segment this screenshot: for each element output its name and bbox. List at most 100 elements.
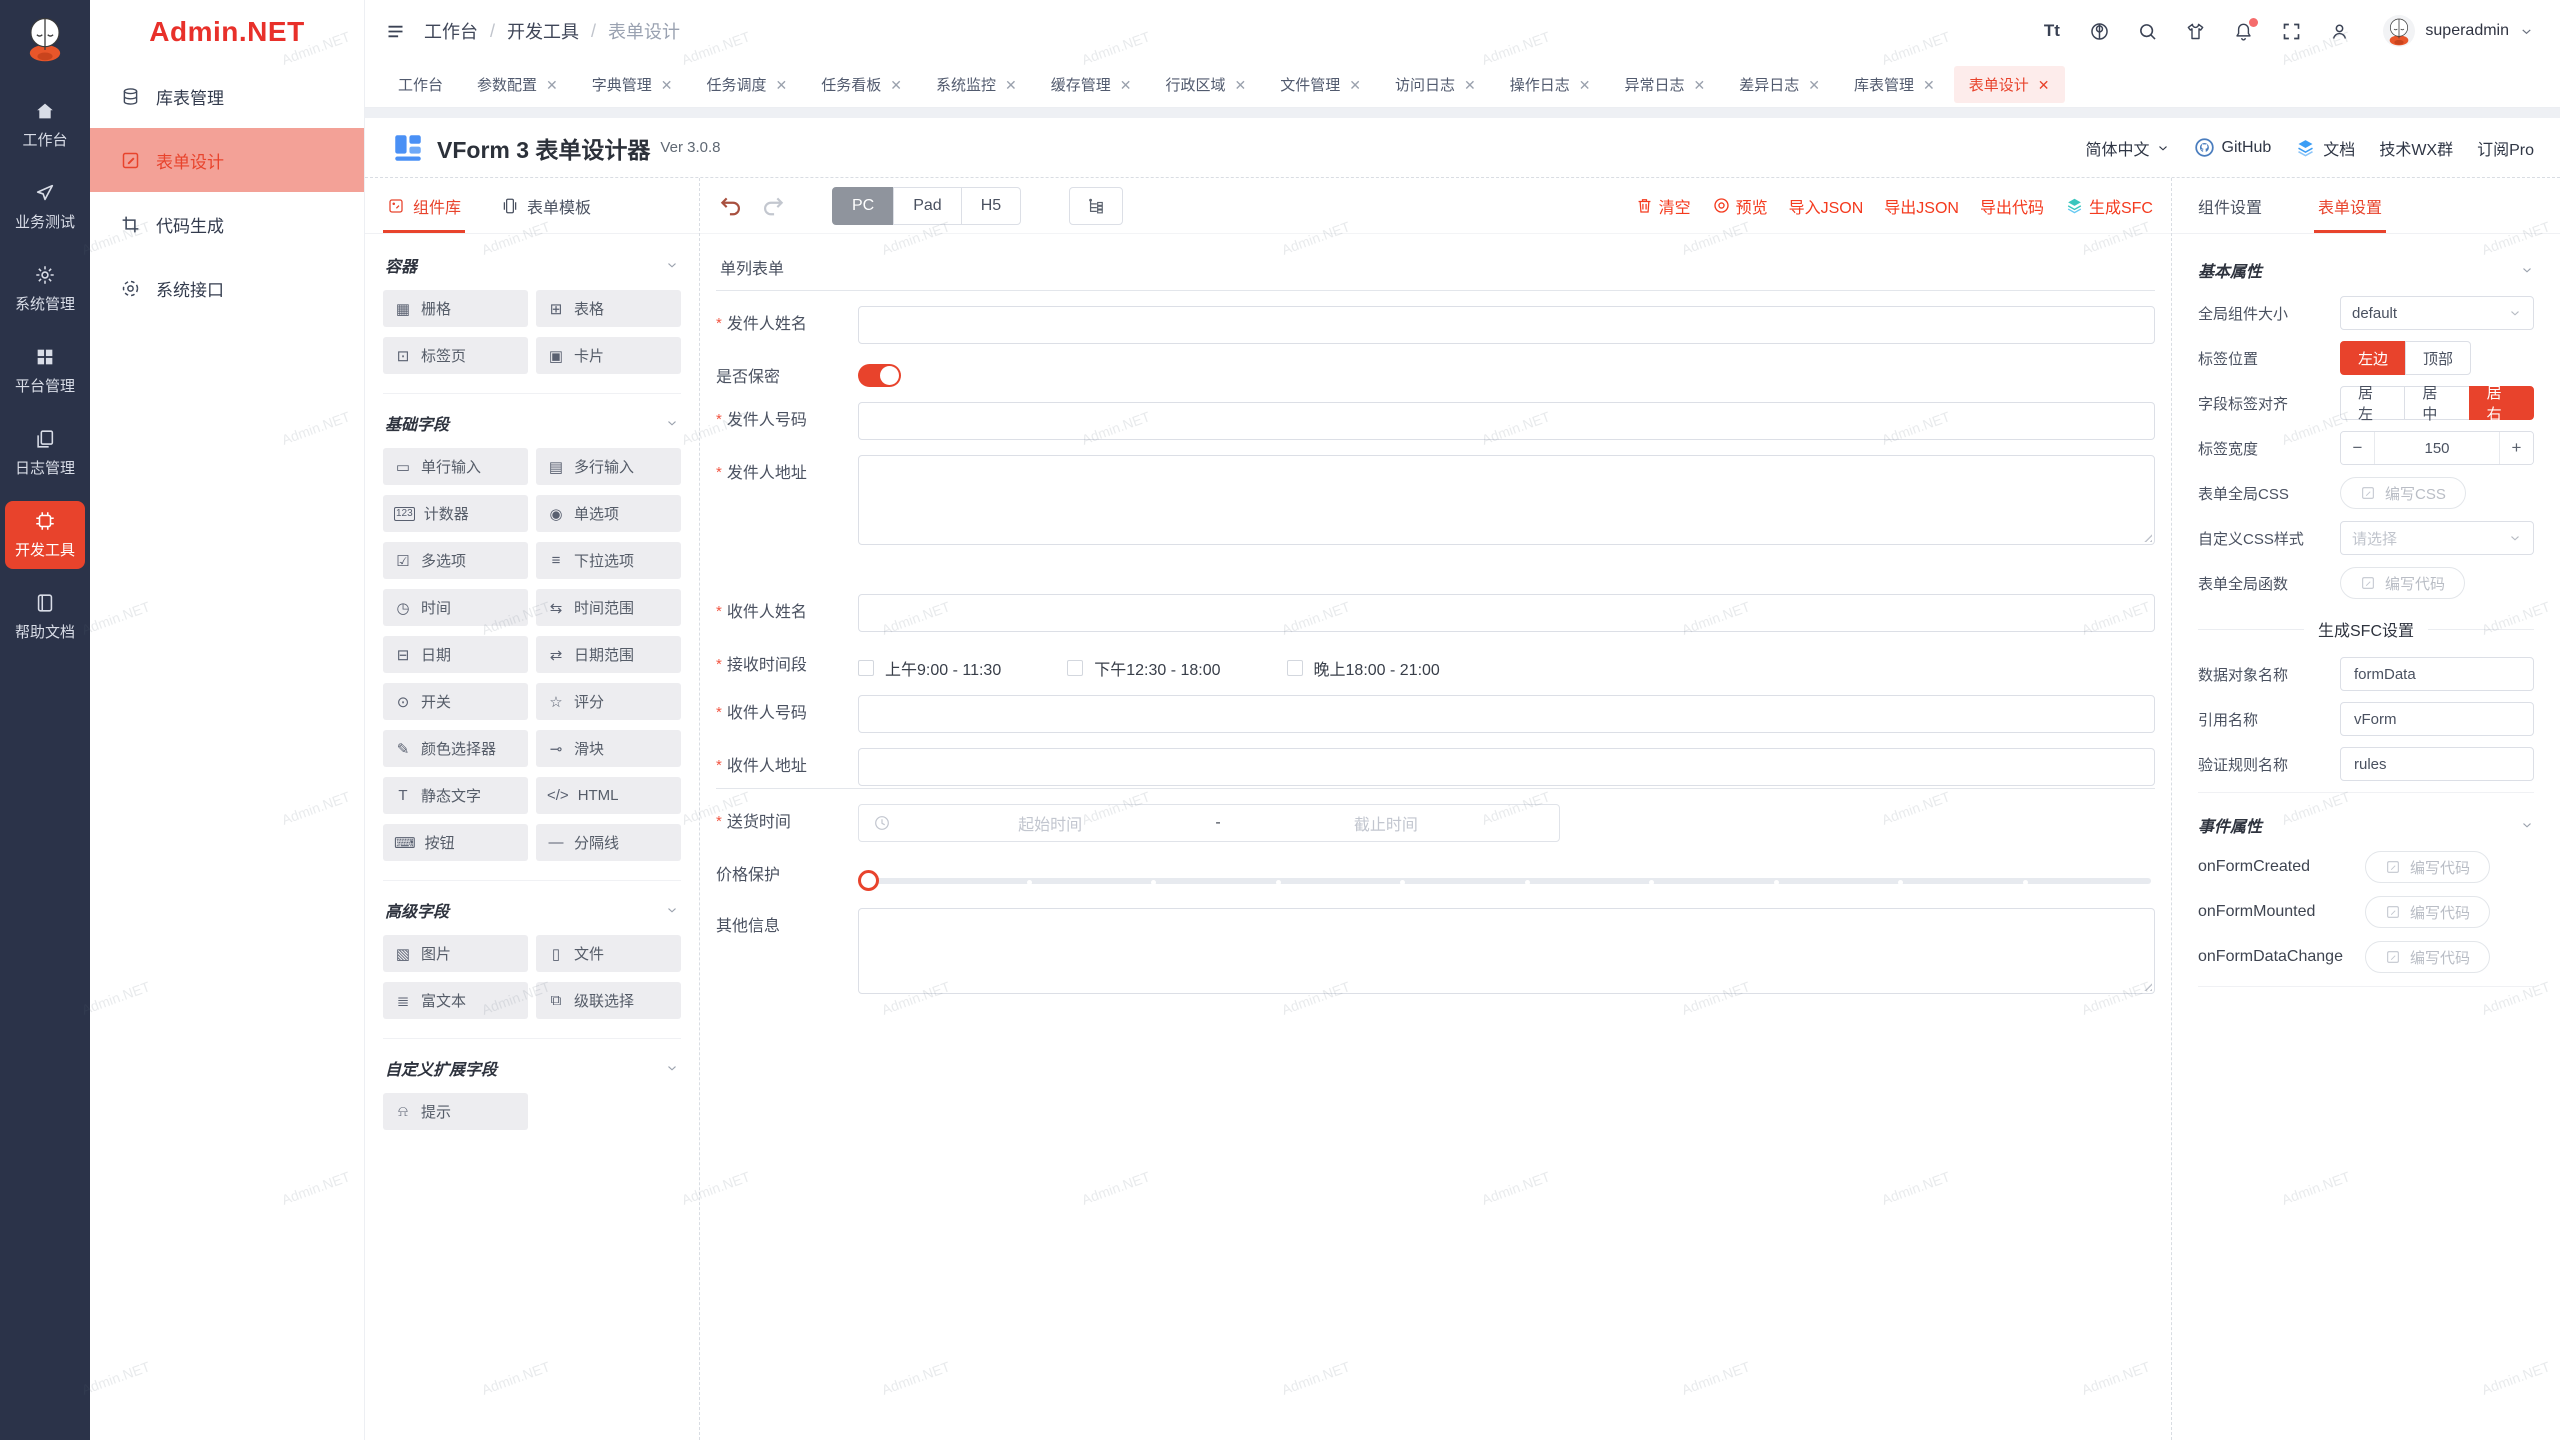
widget-分隔线[interactable]: —分隔线 bbox=[536, 824, 681, 861]
app-logo-mascot[interactable] bbox=[19, 12, 71, 64]
checkbox[interactable] bbox=[1287, 660, 1303, 676]
time-range-picker[interactable]: 起始时间-截止时间 bbox=[858, 804, 1560, 842]
device-PC[interactable]: PC bbox=[832, 187, 894, 225]
hamburger-menu-icon[interactable] bbox=[385, 21, 406, 42]
device-H5[interactable]: H5 bbox=[961, 187, 1021, 225]
palette-section-header[interactable]: 自定义扩展字段 bbox=[383, 1039, 681, 1093]
resize-grip[interactable] bbox=[2141, 531, 2152, 542]
form-field-发件人地址[interactable]: *发件人地址 bbox=[716, 455, 2155, 545]
sidebar-item-代码生成[interactable]: 代码生成 bbox=[90, 192, 364, 256]
widget-HTML[interactable]: </>HTML bbox=[536, 777, 681, 814]
user-menu[interactable]: superadmin bbox=[2383, 15, 2534, 47]
breadcrumb-item[interactable]: 开发工具 bbox=[507, 18, 579, 44]
profile-icon[interactable] bbox=[2329, 21, 2350, 42]
action-清空[interactable]: 清空 bbox=[1635, 194, 1691, 218]
widget-多选项[interactable]: ☑多选项 bbox=[383, 542, 528, 579]
widget-下拉选项[interactable]: ≡下拉选项 bbox=[536, 542, 681, 579]
checkbox[interactable] bbox=[1067, 660, 1083, 676]
form-field-送货时间[interactable]: *送货时间起始时间-截止时间 bbox=[716, 804, 2155, 842]
checkbox-option[interactable]: 上午9:00 - 11:30 bbox=[858, 656, 1001, 680]
textarea-input[interactable] bbox=[858, 908, 2155, 994]
action-预览[interactable]: 预览 bbox=[1712, 194, 1768, 218]
select-自定义CSS样式[interactable]: 请选择 bbox=[2340, 521, 2534, 555]
text-input[interactable] bbox=[858, 695, 2155, 733]
tab-异常日志[interactable]: 异常日志✕ bbox=[1610, 66, 1721, 103]
breadcrumb-item[interactable]: 工作台 bbox=[424, 18, 478, 44]
rail-item-帮助文档[interactable]: 帮助文档 bbox=[5, 583, 85, 651]
rail-item-系统管理[interactable]: 系统管理 bbox=[5, 255, 85, 323]
widget-栅格[interactable]: ▦栅格 bbox=[383, 290, 528, 327]
tab-工作台[interactable]: 工作台 bbox=[383, 66, 458, 103]
input-引用名称[interactable]: vForm bbox=[2340, 702, 2534, 736]
close-icon[interactable]: ✕ bbox=[2038, 78, 2050, 92]
settings-tab-组件设置[interactable]: 组件设置 bbox=[2198, 178, 2262, 233]
tab-参数配置[interactable]: 参数配置✕ bbox=[462, 66, 573, 103]
palette-section-header[interactable]: 容器 bbox=[383, 236, 681, 290]
tab-访问日志[interactable]: 访问日志✕ bbox=[1380, 66, 1491, 103]
stepper-decrease-button[interactable]: − bbox=[2341, 432, 2375, 464]
tab-系统监控[interactable]: 系统监控✕ bbox=[921, 66, 1032, 103]
rail-item-日志管理[interactable]: 日志管理 bbox=[5, 419, 85, 487]
edit-code-button[interactable]: 编写代码 bbox=[2365, 851, 2490, 883]
widget-提示[interactable]: ⍾提示 bbox=[383, 1093, 528, 1130]
tab-缓存管理[interactable]: 缓存管理✕ bbox=[1036, 66, 1147, 103]
widget-文件[interactable]: ▯文件 bbox=[536, 935, 681, 972]
header-link-订阅Pro[interactable]: 订阅Pro bbox=[2477, 136, 2534, 160]
form-field-是否保密[interactable]: 是否保密 bbox=[716, 359, 2155, 387]
widget-颜色选择器[interactable]: ✎颜色选择器 bbox=[383, 730, 528, 767]
redo-icon[interactable] bbox=[760, 193, 786, 219]
close-icon[interactable]: ✕ bbox=[1349, 78, 1361, 92]
search-icon[interactable] bbox=[2137, 21, 2158, 42]
rail-item-平台管理[interactable]: 平台管理 bbox=[5, 337, 85, 405]
widget-日期[interactable]: ⊟日期 bbox=[383, 636, 528, 673]
sidebar-item-库表管理[interactable]: 库表管理 bbox=[90, 64, 364, 128]
header-link-文档[interactable]: 文档 bbox=[2295, 136, 2355, 160]
widget-开关[interactable]: ⊙开关 bbox=[383, 683, 528, 720]
close-icon[interactable]: ✕ bbox=[1120, 78, 1132, 92]
tab-字典管理[interactable]: 字典管理✕ bbox=[577, 66, 688, 103]
palette-section-header[interactable]: 高级字段 bbox=[383, 881, 681, 935]
tab-差异日志[interactable]: 差异日志✕ bbox=[1724, 66, 1835, 103]
widget-表格[interactable]: ⊞表格 bbox=[536, 290, 681, 327]
close-icon[interactable]: ✕ bbox=[661, 78, 673, 92]
sidebar-item-系统接口[interactable]: 系统接口 bbox=[90, 256, 364, 320]
form-field-收件人地址[interactable]: *收件人地址 bbox=[716, 748, 2155, 786]
node-tree-button[interactable] bbox=[1069, 187, 1123, 225]
close-icon[interactable]: ✕ bbox=[890, 78, 902, 92]
static-text-widget[interactable]: 单列表单 bbox=[716, 248, 2155, 288]
button-编写代码[interactable]: 编写代码 bbox=[2340, 567, 2465, 599]
widget-标签页[interactable]: ⊡标签页 bbox=[383, 337, 528, 374]
action-导出JSON[interactable]: 导出JSON bbox=[1884, 194, 1959, 218]
language-icon[interactable] bbox=[2089, 21, 2110, 42]
palette-section-header[interactable]: 基础字段 bbox=[383, 394, 681, 448]
checkbox[interactable] bbox=[858, 660, 874, 676]
stepper-increase-button[interactable]: + bbox=[2499, 432, 2533, 464]
theme-icon[interactable] bbox=[2185, 21, 2206, 42]
divider-widget[interactable] bbox=[716, 788, 2155, 789]
input-数据对象名称[interactable]: formData bbox=[2340, 657, 2534, 691]
form-field-价格保护[interactable]: 价格保护 bbox=[716, 857, 2155, 893]
action-生成SFC[interactable]: 生成SFC bbox=[2065, 194, 2153, 218]
form-field-接收时间段[interactable]: *接收时间段上午9:00 - 11:30下午12:30 - 18:00晚上18:… bbox=[716, 647, 2155, 680]
widget-单选项[interactable]: ◉单选项 bbox=[536, 495, 681, 532]
tab-任务调度[interactable]: 任务调度✕ bbox=[692, 66, 803, 103]
widget-计数器[interactable]: 123计数器 bbox=[383, 495, 528, 532]
rail-item-开发工具[interactable]: 开发工具 bbox=[5, 501, 85, 569]
widget-日期范围[interactable]: ⇄日期范围 bbox=[536, 636, 681, 673]
tab-任务看板[interactable]: 任务看板✕ bbox=[806, 66, 917, 103]
text-input[interactable] bbox=[858, 748, 2155, 786]
checkbox-option[interactable]: 晚上18:00 - 21:00 bbox=[1287, 656, 1440, 680]
widget-富文本[interactable]: ≣富文本 bbox=[383, 982, 528, 1019]
tab-表单设计[interactable]: 表单设计✕ bbox=[1954, 66, 2065, 103]
language-select[interactable]: 简体中文 bbox=[2085, 136, 2169, 160]
close-icon[interactable]: ✕ bbox=[1923, 78, 1935, 92]
close-icon[interactable]: ✕ bbox=[1005, 78, 1017, 92]
header-link-GitHub[interactable]: GitHub bbox=[2194, 137, 2272, 158]
segment-顶部[interactable]: 顶部 bbox=[2405, 341, 2471, 375]
select-全局组件大小[interactable]: default bbox=[2340, 296, 2534, 330]
close-icon[interactable]: ✕ bbox=[1579, 78, 1591, 92]
close-icon[interactable]: ✕ bbox=[776, 78, 788, 92]
widget-图片[interactable]: ▧图片 bbox=[383, 935, 528, 972]
close-icon[interactable]: ✕ bbox=[1694, 78, 1706, 92]
rail-item-业务测试[interactable]: 业务测试 bbox=[5, 173, 85, 241]
